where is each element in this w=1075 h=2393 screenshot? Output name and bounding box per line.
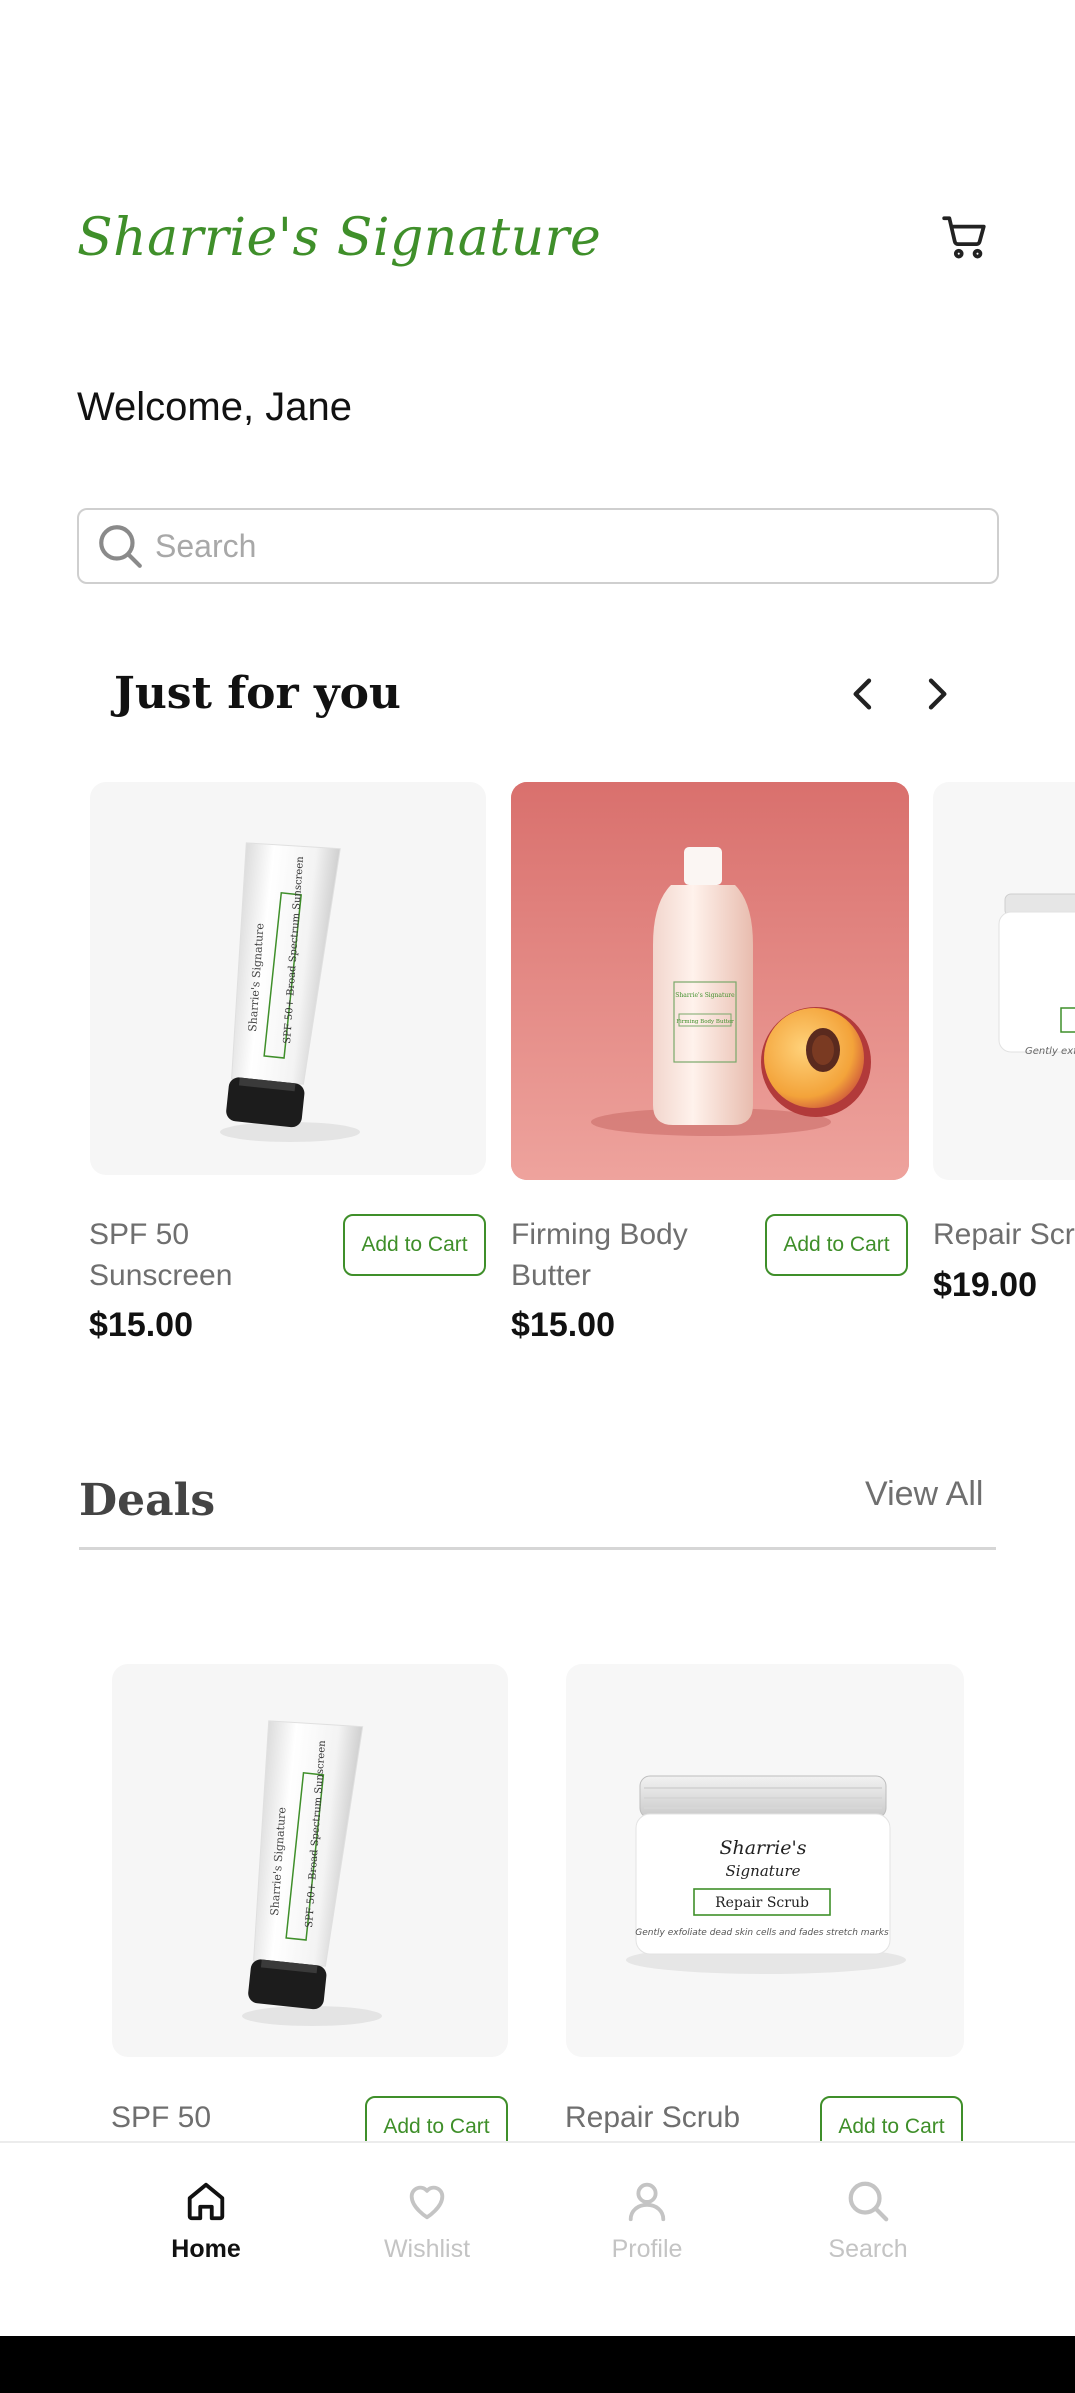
view-all-link[interactable]: View All <box>865 1475 983 1514</box>
nav-wishlist[interactable]: Wishlist <box>347 2173 507 2264</box>
brand-logo: Sharrie's Signature <box>77 208 602 268</box>
chevron-right-icon <box>928 678 947 710</box>
bottle-brand-text: Sharrie's Signature <box>675 992 735 999</box>
carousel-next-button[interactable] <box>908 666 964 722</box>
nav-home[interactable]: Home <box>126 2173 286 2264</box>
nav-label: Home <box>171 2235 241 2263</box>
product-price: $15.00 <box>511 1306 615 1344</box>
deals-title: Deals <box>79 1475 216 1526</box>
user-icon <box>628 2182 666 2222</box>
product-name: SPF 50 Sunscreen <box>89 1218 233 1292</box>
add-to-cart-button[interactable]: Add to Cart <box>765 1214 908 1276</box>
deal-image-sunscreen[interactable]: Sharrie's Signature SPF 50+ Broad Spectr… <box>112 1664 508 2057</box>
search-icon <box>93 519 147 573</box>
nav-label: Search <box>828 2235 908 2263</box>
product-name: SPF 50 <box>111 2101 212 2134</box>
carousel-prev-button[interactable] <box>836 666 892 722</box>
jar-tagline-text: Gently exfoliate <box>1025 1046 1075 1057</box>
heart-icon <box>409 2185 445 2220</box>
jar-label-text: Repair Scrub <box>715 1895 809 1911</box>
just-for-you-title: Just for you <box>114 668 401 719</box>
jar-tagline-text: Gently exfoliate dead skin cells and fad… <box>635 1928 889 1938</box>
product-name: Repair Scrub <box>565 2101 741 2134</box>
cart-button[interactable] <box>938 210 992 264</box>
add-to-cart-button[interactable]: Add to Cart <box>343 1214 486 1276</box>
product-image-repair-scrub[interactable]: Gently exfoliate <box>933 782 1075 1180</box>
product-name: Firming Body Butter <box>511 1218 688 1292</box>
chevron-left-icon <box>853 678 872 710</box>
nav-label: Wishlist <box>383 2235 471 2263</box>
product-image-sunscreen[interactable]: Sharrie's Signature SPF 50+ Broad Spectr… <box>90 782 486 1175</box>
search-icon <box>848 2181 889 2222</box>
welcome-message: Welcome, Jane <box>77 385 352 429</box>
search-input[interactable] <box>155 527 975 565</box>
jar-brand-text-line2: Signature <box>725 1862 800 1880</box>
divider <box>79 1547 996 1550</box>
search-bar[interactable] <box>77 508 999 584</box>
product-price: $15.00 <box>89 1306 193 1344</box>
bottle-label-text: Firming Body Butter <box>676 1019 734 1025</box>
nav-label: Profile <box>611 2235 683 2263</box>
nav-search[interactable]: Search <box>788 2173 948 2264</box>
product-name: Repair Scrub <box>933 1218 1075 1251</box>
bottom-nav: Home Wishlist Profile Search <box>0 2141 1075 2336</box>
product-price: $19.00 <box>933 1266 1037 1304</box>
product-image-body-butter[interactable]: Sharrie's Signature Firming Body Butter <box>511 782 909 1180</box>
nav-profile[interactable]: Profile <box>567 2173 727 2264</box>
deal-image-repair-scrub[interactable]: Sharrie's Signature Repair Scrub Gently … <box>566 1664 964 2057</box>
jar-brand-text: Sharrie's <box>719 1837 806 1859</box>
home-icon <box>187 2182 225 2221</box>
cart-icon <box>942 216 986 259</box>
system-gesture-bar <box>0 2336 1075 2393</box>
